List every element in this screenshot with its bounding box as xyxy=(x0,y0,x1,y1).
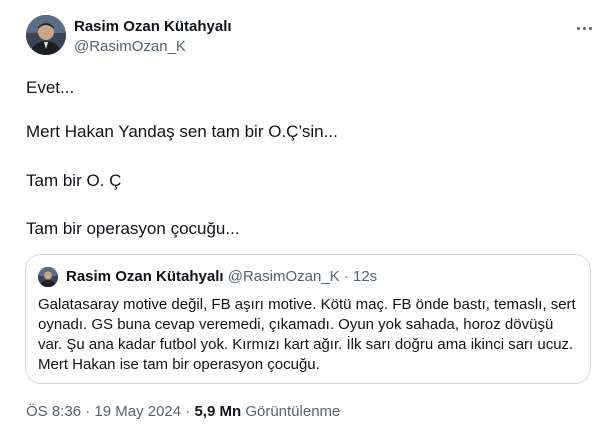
quoted-author-name: Rasim Ozan Kütahyalı xyxy=(66,268,224,285)
tweet-text-line: Evet... xyxy=(26,78,75,97)
quoted-tweet[interactable]: Rasim Ozan Kütahyalı @RasimOzan_K · 12s … xyxy=(25,254,591,384)
tweet-text-line: Tam bir operasyon çocuğu... xyxy=(26,219,240,238)
views-count: 5,9 Mn xyxy=(194,403,242,420)
tweet: Rasim Ozan Kütahyalı @RasimOzan_K Evet..… xyxy=(0,0,614,435)
quoted-tweet-header: Rasim Ozan Kütahyalı @RasimOzan_K · 12s xyxy=(66,267,377,287)
tweet-text-line: Tam bir O. Ç xyxy=(26,171,122,190)
avatar-image xyxy=(26,15,66,55)
separator-dot: · xyxy=(343,268,349,285)
more-dots-icon[interactable] xyxy=(572,18,596,38)
quoted-tweet-time: 12s xyxy=(353,268,378,285)
views-label: Görüntülenme xyxy=(245,403,341,420)
tweet-date[interactable]: 19 May 2024 xyxy=(94,403,181,420)
author-handle[interactable]: @RasimOzan_K xyxy=(74,37,186,57)
tweet-time[interactable]: ÖS 8:36 xyxy=(26,403,81,420)
quoted-author-handle: @RasimOzan_K xyxy=(227,268,340,285)
avatar-image xyxy=(38,267,58,287)
separator-dot: · xyxy=(185,403,191,420)
separator-dot: · xyxy=(85,403,91,420)
quoted-author-avatar xyxy=(38,267,58,287)
author-name[interactable]: Rasim Ozan Kütahyalı xyxy=(74,17,232,37)
author-avatar[interactable] xyxy=(26,15,66,55)
tweet-meta: ÖS 8:36 · 19 May 2024 · 5,9 Mn Görüntüle… xyxy=(26,402,340,422)
quoted-tweet-text: Galatasaray motive değil, FB aşırı motiv… xyxy=(38,296,576,373)
tweet-text-line: Mert Hakan Yandaş sen tam bir O.Ç’sin... xyxy=(26,122,338,141)
